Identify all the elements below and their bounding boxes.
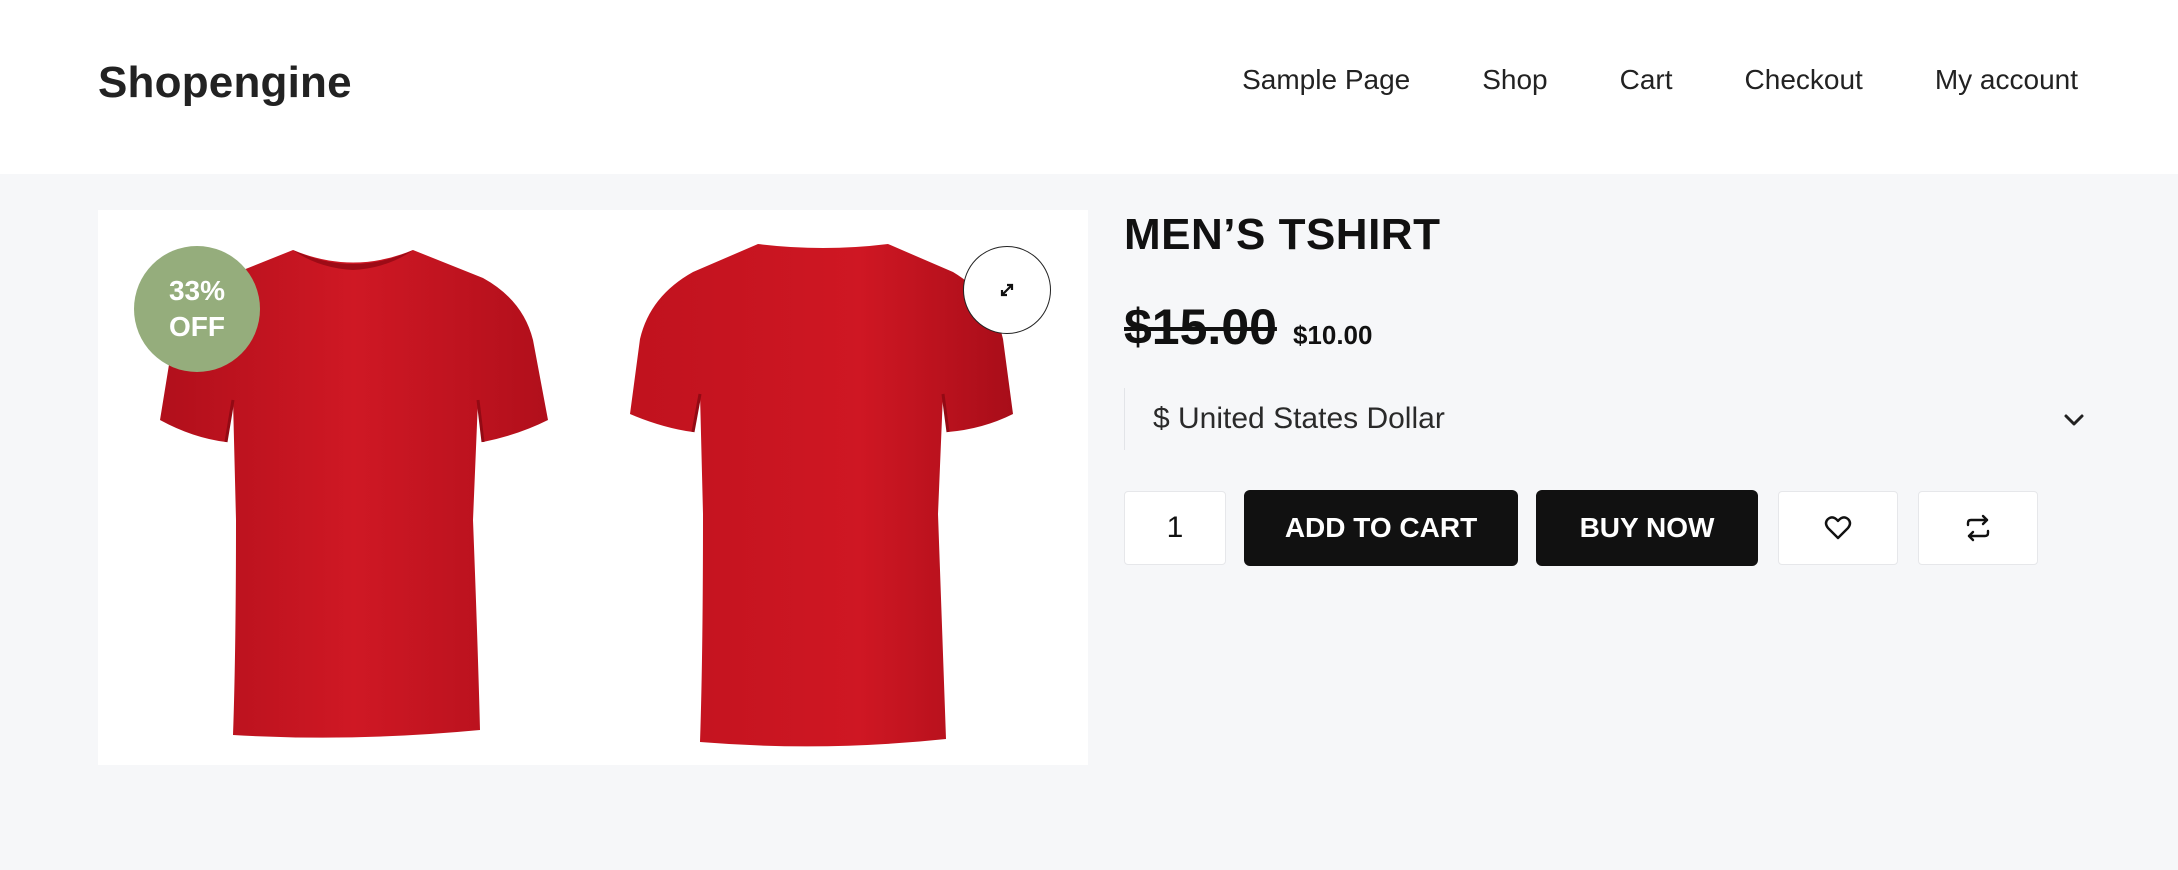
expand-icon [1000, 283, 1014, 297]
wishlist-button[interactable] [1778, 491, 1898, 565]
regular-price: $15.00 [1124, 299, 1277, 355]
nav-checkout[interactable]: Checkout [1745, 64, 1863, 96]
quantity-input[interactable]: 1 [1124, 491, 1226, 565]
main-nav: Sample Page Shop Cart Checkout My accoun… [1242, 64, 2078, 96]
heart-icon [1824, 516, 1852, 540]
compare-button[interactable] [1918, 491, 2038, 565]
discount-off: OFF [169, 311, 225, 342]
discount-percent: 33% [168, 275, 226, 306]
sale-price: $10.00 [1292, 320, 1373, 350]
purchase-actions: 1 ADD TO CART BUY NOW [1124, 490, 2094, 566]
product-info: MEN’S TSHIRT $15.00 $10.00 $ United Stat… [1124, 210, 2094, 566]
currency-selected-value: $ United States Dollar [1153, 402, 1445, 435]
site-header: Shopengine Sample Page Shop Cart Checkou… [0, 0, 2178, 174]
nav-my-account[interactable]: My account [1935, 64, 2078, 96]
product-title: MEN’S TSHIRT [1124, 210, 1441, 259]
compare-arrows-icon [1966, 514, 1990, 542]
chevron-down-icon [2064, 414, 2084, 426]
add-to-cart-button[interactable]: ADD TO CART [1244, 490, 1518, 566]
nav-sample-page[interactable]: Sample Page [1242, 64, 1410, 96]
site-logo[interactable]: Shopengine [98, 58, 352, 108]
price-row: $15.00 $10.00 [1124, 298, 2094, 356]
product-gallery: 33% OFF [98, 210, 1088, 765]
currency-select[interactable]: $ United States Dollar [1124, 388, 2094, 450]
zoom-button[interactable] [963, 246, 1051, 334]
nav-cart[interactable]: Cart [1620, 64, 1673, 96]
discount-badge: 33% OFF [134, 246, 260, 372]
nav-shop[interactable]: Shop [1482, 64, 1547, 96]
buy-now-button[interactable]: BUY NOW [1536, 490, 1758, 566]
